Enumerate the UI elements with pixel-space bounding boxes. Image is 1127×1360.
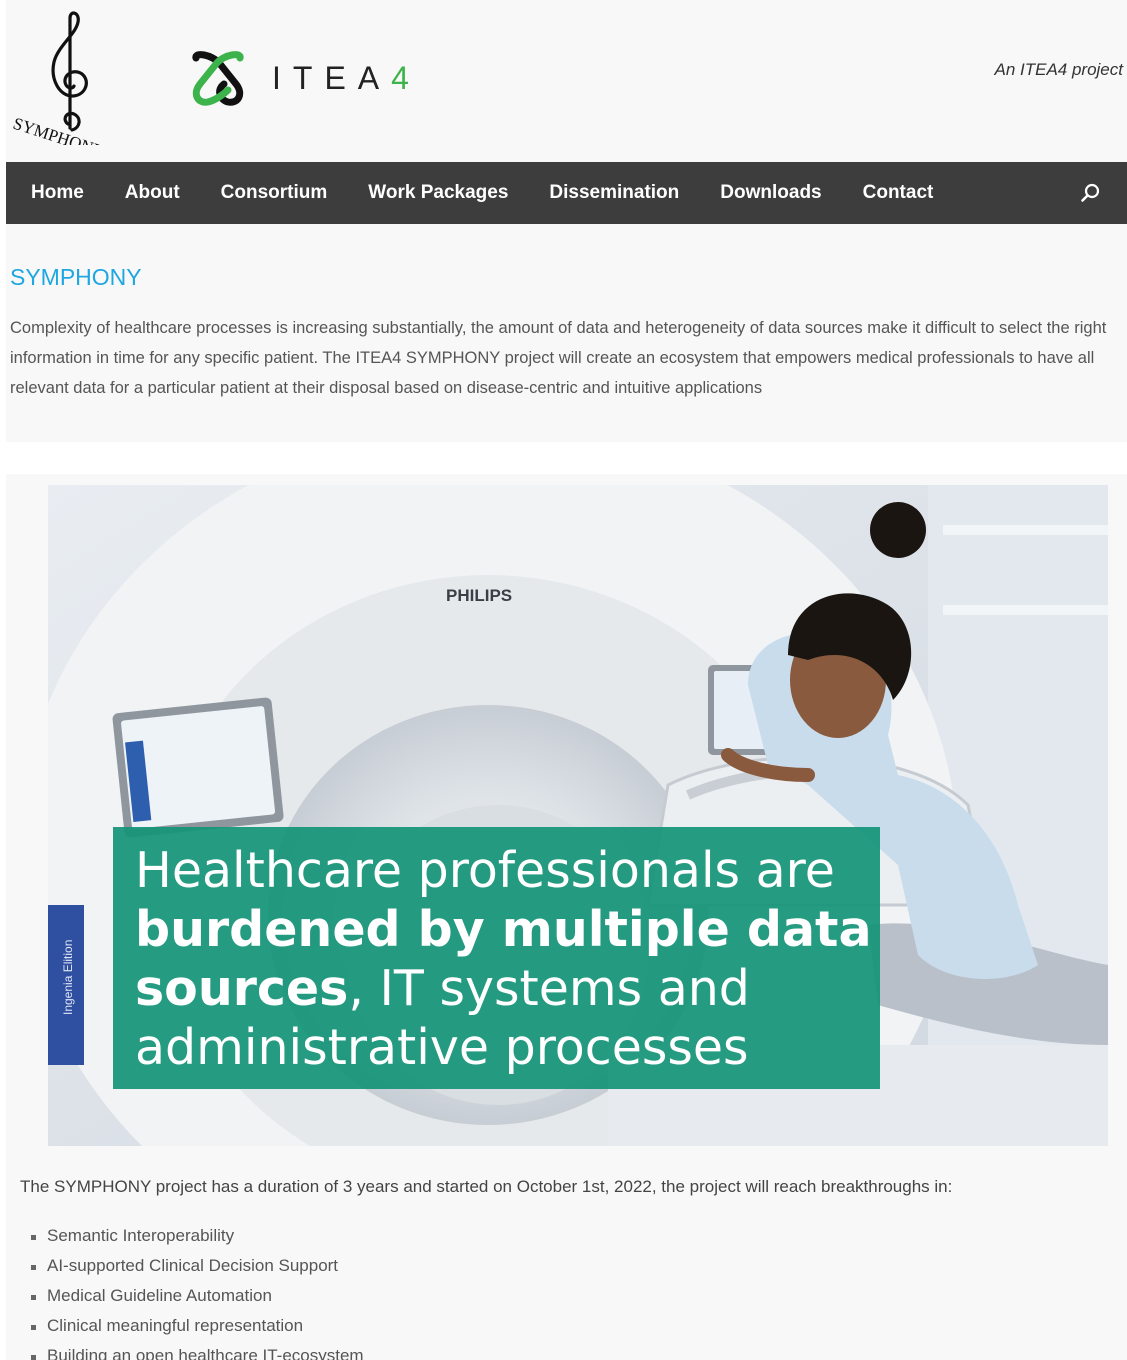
- intro-section: SYMPHONY Complexity of healthcare proces…: [6, 224, 1127, 442]
- list-item: Medical Guideline Automation: [28, 1281, 364, 1311]
- nav-work-packages[interactable]: Work Packages: [368, 182, 508, 204]
- nav-contact[interactable]: Contact: [863, 182, 934, 204]
- hero-image: PHILIPS Ingenia Elition Healthcare profe…: [48, 485, 1108, 1146]
- hero-line-3-bold: sources: [135, 960, 349, 1017]
- page-title: SYMPHONY: [10, 264, 142, 290]
- main-content: PHILIPS Ingenia Elition Healthcare profe…: [6, 474, 1127, 1360]
- list-item: AI-supported Clinical Decision Support: [28, 1251, 364, 1281]
- itea4-logo[interactable]: ITEA4: [190, 50, 409, 106]
- site-header: SYMPHONY ITEA4 An ITEA4 project: [6, 0, 1127, 162]
- scanner-model: Ingenia Elition: [61, 940, 75, 1015]
- hero-line-1: Healthcare professionals are: [135, 842, 835, 899]
- itea-logo-text: ITEA4: [272, 59, 409, 96]
- nav-home[interactable]: Home: [31, 182, 84, 204]
- search-icon[interactable]: [1080, 182, 1102, 204]
- tagline: An ITEA4 project: [994, 60, 1123, 79]
- hero-caption-box: Healthcare professionals are burdened by…: [113, 827, 880, 1089]
- breakthrough-list: Semantic Interoperability AI-supported C…: [28, 1221, 364, 1360]
- nav-dissemination[interactable]: Dissemination: [549, 182, 679, 204]
- nav-downloads[interactable]: Downloads: [720, 182, 821, 204]
- hero-line-3-rest: , IT systems and: [348, 960, 750, 1017]
- itea-mark-icon: [192, 51, 244, 106]
- list-item: Semantic Interoperability: [28, 1221, 364, 1251]
- nav-about[interactable]: About: [125, 182, 180, 204]
- symphony-logo-text: SYMPHONY: [11, 114, 108, 145]
- hero-line-2-bold: burdened by multiple data: [135, 901, 872, 958]
- hero-line-4: administrative processes: [135, 1019, 749, 1076]
- list-item: Clinical meaningful representation: [28, 1311, 364, 1341]
- hero-line-3: sources, IT systems and: [135, 959, 880, 1018]
- nav-consortium[interactable]: Consortium: [221, 182, 328, 204]
- main-nav: Home About Consortium Work Packages Diss…: [6, 162, 1127, 224]
- duration-paragraph: The SYMPHONY project has a duration of 3…: [20, 1177, 953, 1196]
- scanner-brand: PHILIPS: [446, 586, 512, 605]
- hero-line-2: burdened by multiple data: [135, 900, 880, 959]
- list-item: Building an open healthcare IT-ecosystem: [28, 1341, 364, 1360]
- symphony-logo[interactable]: SYMPHONY: [10, 10, 130, 145]
- intro-paragraph: Complexity of healthcare processes is in…: [10, 319, 1107, 397]
